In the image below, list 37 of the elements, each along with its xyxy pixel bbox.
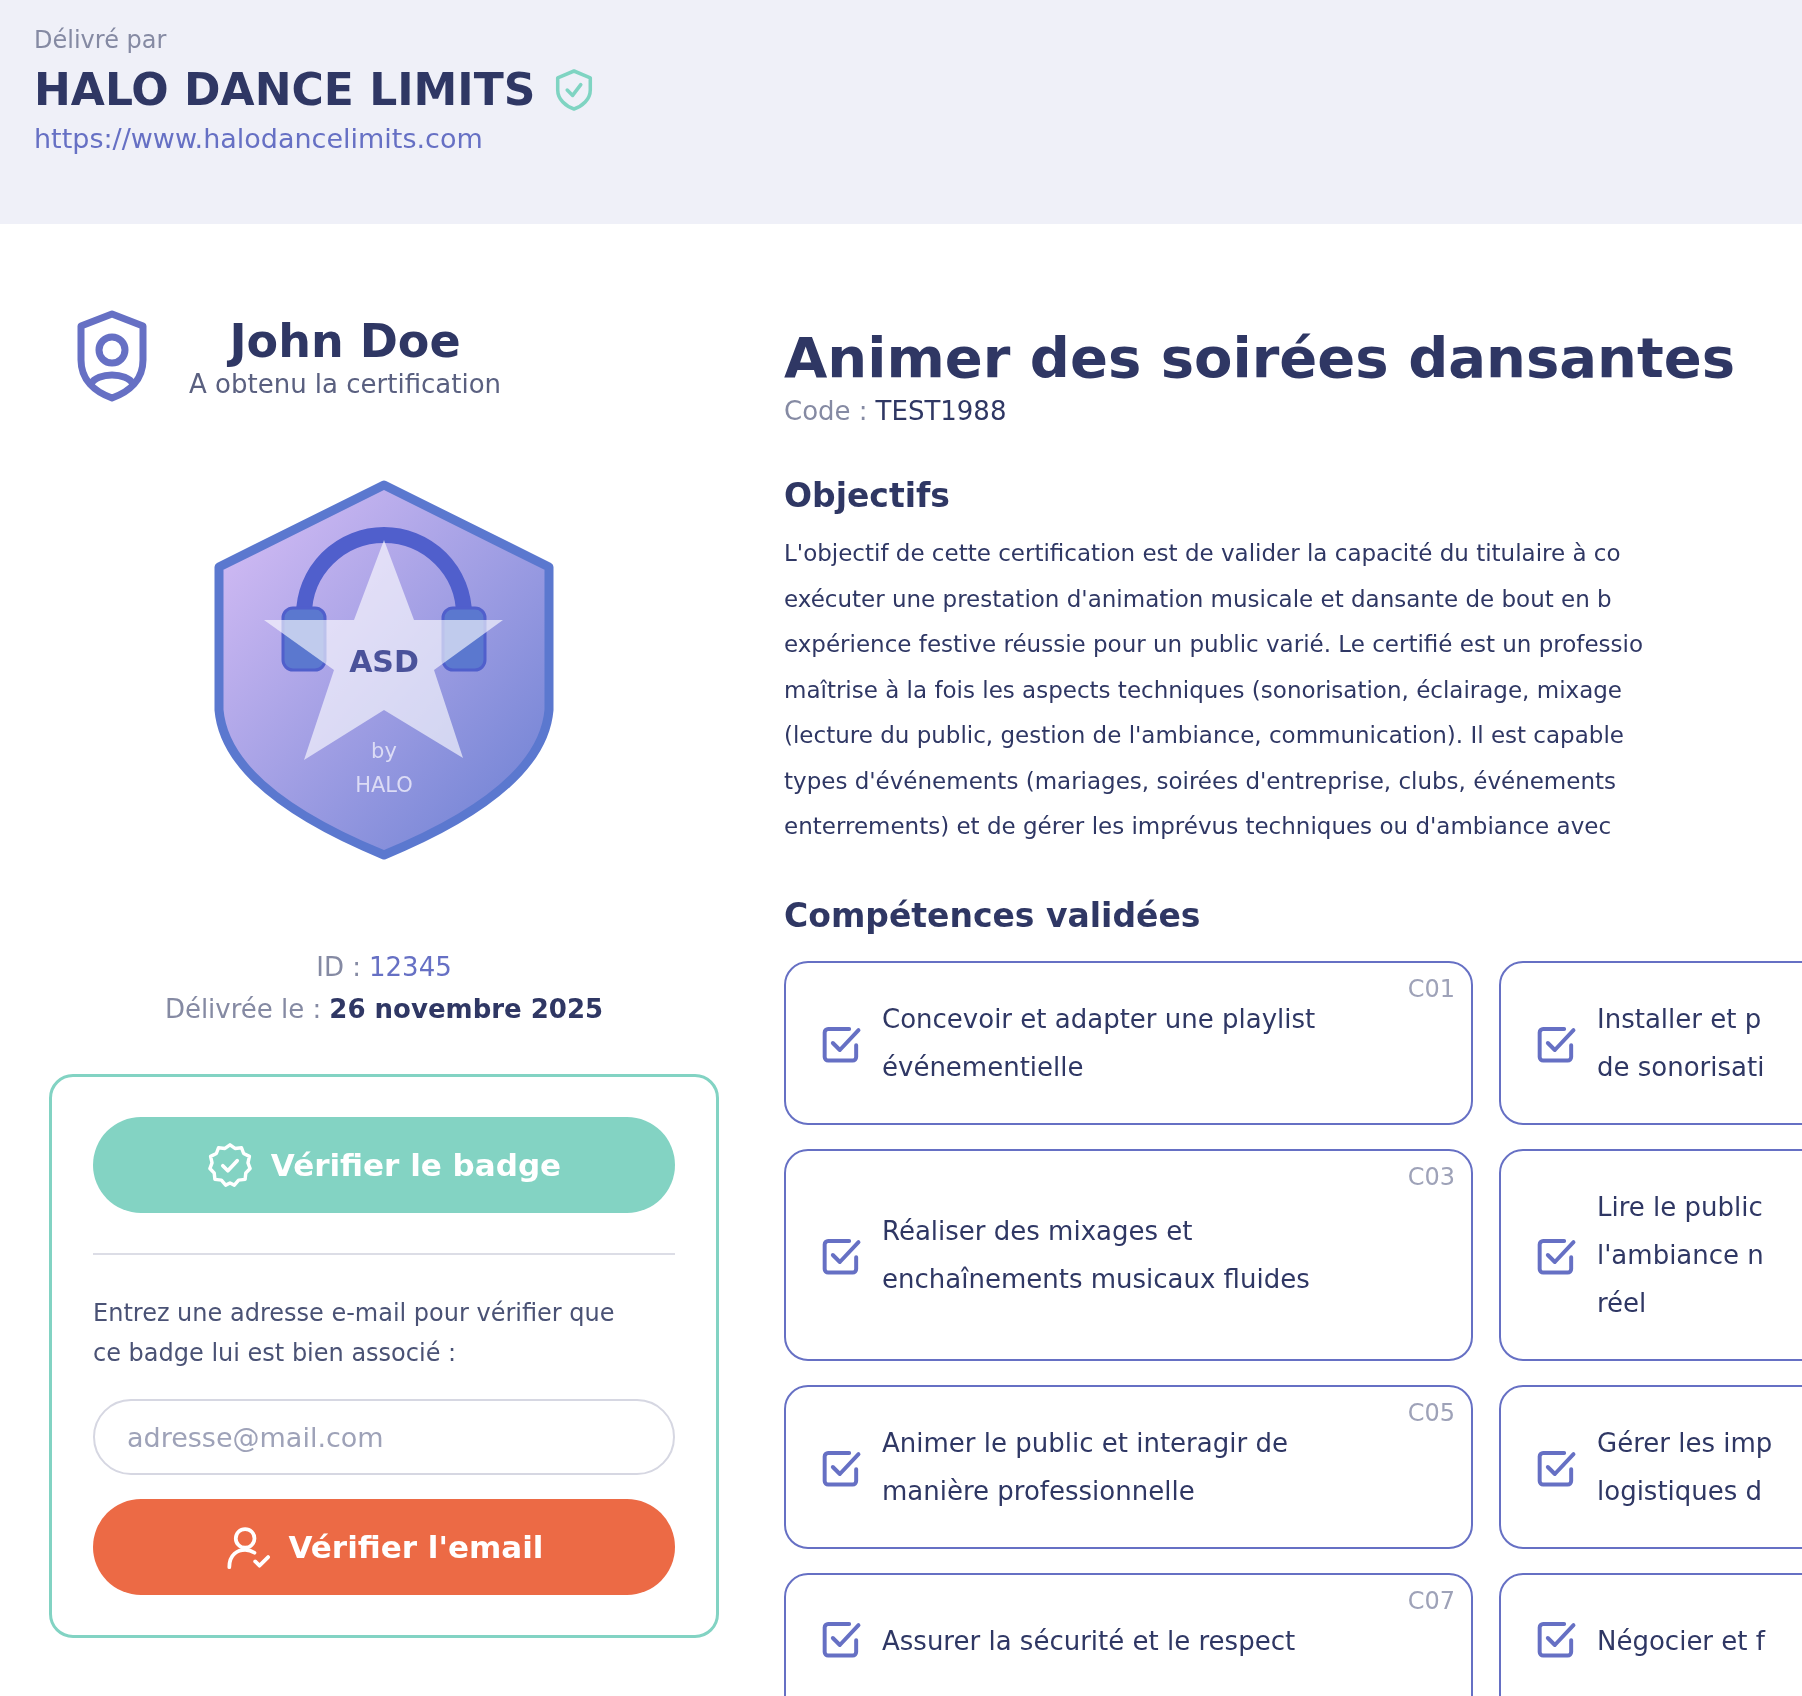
certification-title: Animer des soirées dansantes (784, 324, 1736, 392)
user-check-icon (224, 1524, 271, 1570)
verify-badge-button[interactable]: Vérifier le badge (93, 1117, 675, 1213)
competency-label: Assurer la sécurité et le respect (882, 1624, 1296, 1658)
recipient-name: John Doe (229, 313, 461, 369)
competency-label: Animer le public et interagir de manière professionnelle (882, 1426, 1288, 1508)
badge-title: ASD (349, 644, 419, 679)
issuer-label: Délivré par (34, 26, 168, 54)
user-shield-icon (75, 310, 149, 402)
detail-value: 12345 (369, 952, 452, 982)
issuer-name: HALO DANCE LIMITS (34, 64, 536, 115)
competency-label: Concevoir et adapter une playlist événementielle (882, 1002, 1316, 1084)
verify-email-button[interactable]: Vérifier l'email (93, 1499, 675, 1595)
competency-label: Gérer les imp logistiques d (1597, 1426, 1773, 1508)
detail-value: 26 novembre 2025 (329, 994, 604, 1024)
competency-code: C05 (1407, 1398, 1455, 1427)
detail-label: ID : (316, 952, 361, 982)
section-heading: Compétences validées (784, 895, 1202, 935)
website-link[interactable]: https://www.halodancelimits.com (34, 123, 483, 154)
recipient-subtitle: A obtenu la certification (189, 369, 502, 399)
competency-code: C07 (1407, 1586, 1455, 1615)
competency-code: C03 (1407, 1162, 1455, 1191)
badge-byline: by (371, 739, 397, 763)
competency-label: Installer et p de sonorisati (1597, 1002, 1765, 1084)
competency-code: C01 (1407, 974, 1455, 1003)
section-heading: Objectifs (784, 476, 951, 515)
badge-org: HALO (355, 773, 413, 797)
detail-label: Délivrée le : (164, 994, 322, 1024)
code-label: Code : (784, 396, 868, 426)
competency-label: Réaliser des mixages et enchaînements musicaux fluides (882, 1214, 1310, 1296)
email-field[interactable]: adresse@mail.com (93, 1399, 675, 1475)
objectives-text: L'objectif de cette certification est de valider la capacité du titulaire à co exécuter une prestation d'animation musicale et dansante de bout en b expérience festive réussie pour un public varié. Le certifié est un professio maîtrise à la fois les aspects techniques (sonorisation, éclairage, mixage (lecture du public, gestion de l'ambiance, communication). Il est capable types d'événements (mariages, soirées d'entreprise, clubs, événements enterrements) et de gérer les imprévus techniques ou d'ambiance avec (784, 539, 1644, 841)
code-value: TEST1988 (875, 396, 1007, 426)
email-prompt: Entrez une adresse e-mail pour vérifier que ce badge lui est bien associé : (93, 1298, 616, 1369)
competency-label: Lire le public l'ambiance n réel (1597, 1190, 1764, 1320)
badge-check-icon (206, 1142, 253, 1188)
competency-label: Négocier et f (1597, 1624, 1765, 1658)
